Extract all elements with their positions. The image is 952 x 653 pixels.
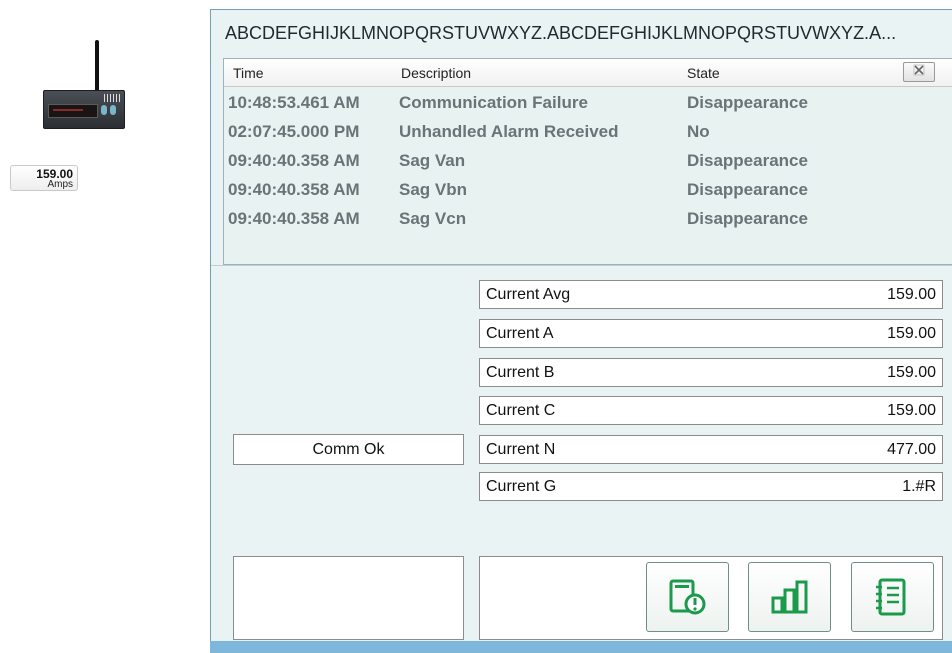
- measurement-current-avg[interactable]: Current Avg 159.00: [479, 280, 943, 309]
- alarm-device-icon: [669, 579, 706, 615]
- trends-button[interactable]: [748, 562, 831, 632]
- device-panel: ABCDEFGHIJKLMNOPQRSTUVWXYZ.ABCDEFGHIJKLM…: [210, 9, 952, 653]
- device-button-right: [110, 105, 116, 115]
- alarm-state: Disappearance: [687, 151, 808, 170]
- readout-unit: Amps: [47, 179, 73, 190]
- measurement-current-c[interactable]: Current C 159.00: [479, 396, 943, 425]
- measurement-label: Current N: [486, 441, 556, 458]
- device-grille: [104, 94, 120, 102]
- measurement-value: 159.00: [887, 286, 936, 303]
- alarm-description: Sag Vcn: [399, 209, 467, 228]
- alarm-list-header: Time Description State: [224, 59, 952, 87]
- window-frame: [210, 641, 952, 653]
- measurement-value: 159.00: [887, 364, 936, 381]
- panel-title: ABCDEFGHIJKLMNOPQRSTUVWXYZ.ABCDEFGHIJKLM…: [225, 23, 897, 43]
- alarm-list[interactable]: Time Description State 10:48:53.461 AM C…: [223, 58, 952, 265]
- measurement-current-a[interactable]: Current A 159.00: [479, 319, 943, 348]
- measurement-label: Current A: [486, 325, 554, 342]
- measurement-value: 159.00: [887, 402, 936, 419]
- alarm-time: 02:07:45.000 PM: [228, 122, 360, 141]
- measurement-label: Current C: [486, 402, 556, 419]
- alarm-state: No: [687, 122, 710, 141]
- close-icon: [913, 64, 925, 76]
- comm-status: Comm Ok: [233, 434, 464, 465]
- alarm-state: Disappearance: [687, 180, 808, 199]
- column-header-time[interactable]: Time: [233, 65, 264, 81]
- alarm-description: Sag Van: [399, 151, 466, 170]
- measurement-label: Current Avg: [486, 286, 571, 303]
- alarm-state: Disappearance: [687, 209, 808, 228]
- measurement-current-g[interactable]: Current G 1.#R: [479, 472, 943, 501]
- alarm-time: 09:40:40.358 AM: [228, 209, 360, 228]
- meter-device-icon: [43, 90, 125, 129]
- measurement-label: Current B: [486, 364, 555, 381]
- alarm-row[interactable]: 09:40:40.358 AM Sag Vbn Disappearance: [228, 177, 948, 201]
- device-widget[interactable]: [40, 40, 126, 130]
- measurement-current-n[interactable]: Current N 477.00: [479, 435, 943, 464]
- notebook-icon: [876, 578, 906, 616]
- current-readout[interactable]: 159.00 Amps: [10, 165, 78, 191]
- alarm-state: Disappearance: [687, 93, 808, 112]
- close-button[interactable]: [903, 62, 935, 82]
- alarm-time: 09:40:40.358 AM: [228, 151, 360, 170]
- measurement-value: 1.#R: [902, 478, 936, 495]
- alarm-time: 10:48:53.461 AM: [228, 93, 360, 112]
- alarm-row[interactable]: 09:40:40.358 AM Sag Vcn Disappearance: [228, 206, 948, 230]
- device-screen: [48, 104, 98, 118]
- column-header-state[interactable]: State: [687, 65, 720, 81]
- alarm-row[interactable]: 02:07:45.000 PM Unhandled Alarm Received…: [228, 119, 948, 143]
- alarm-description: Unhandled Alarm Received: [399, 122, 619, 141]
- alarm-row[interactable]: 09:40:40.358 AM Sag Van Disappearance: [228, 148, 948, 172]
- column-header-description[interactable]: Description: [401, 65, 471, 81]
- divider: [211, 265, 952, 266]
- device-button-left: [101, 105, 107, 115]
- measurement-value: 159.00: [887, 325, 936, 342]
- log-button[interactable]: [851, 562, 934, 632]
- alarm-row[interactable]: 10:48:53.461 AM Communication Failure Di…: [228, 90, 948, 114]
- alarm-time: 09:40:40.358 AM: [228, 180, 360, 199]
- bar-chart-icon: [771, 580, 808, 614]
- antenna: [95, 40, 99, 92]
- alarm-description: Sag Vbn: [399, 180, 468, 199]
- alarms-button[interactable]: [646, 562, 729, 632]
- measurement-label: Current G: [486, 478, 557, 495]
- empty-panel-left: [233, 556, 464, 640]
- measurement-value: 477.00: [887, 441, 936, 458]
- measurement-current-b[interactable]: Current B 159.00: [479, 358, 943, 387]
- alarm-description: Communication Failure: [399, 93, 588, 112]
